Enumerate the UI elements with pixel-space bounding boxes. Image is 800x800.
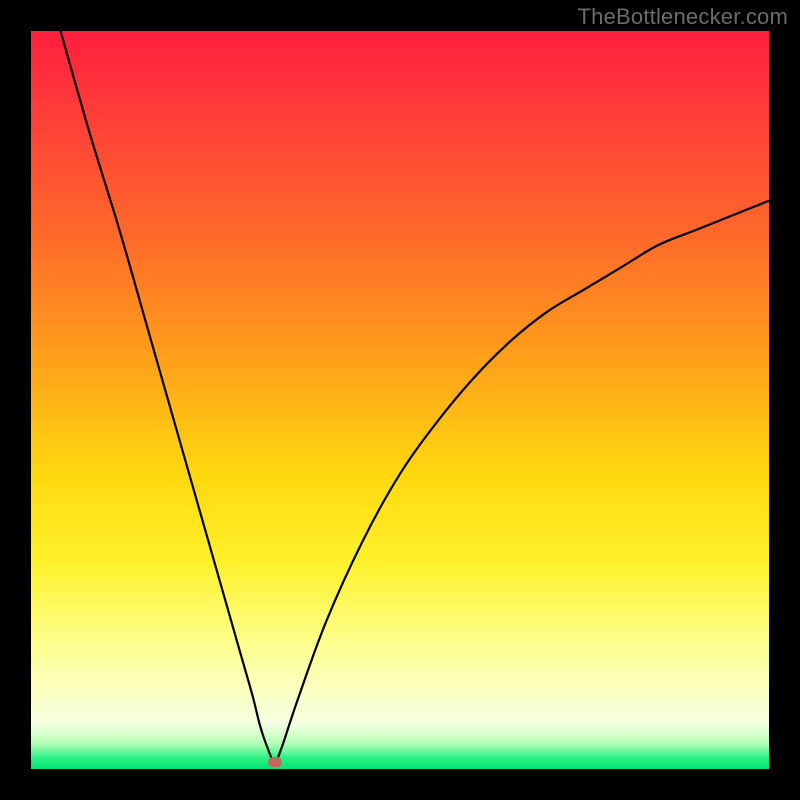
optimum-marker (268, 757, 282, 767)
bottleneck-curve (31, 31, 769, 769)
chart-frame: TheBottlenecker.com (0, 0, 800, 800)
watermark-text: TheBottlenecker.com (578, 4, 788, 30)
plot-area (31, 31, 769, 769)
